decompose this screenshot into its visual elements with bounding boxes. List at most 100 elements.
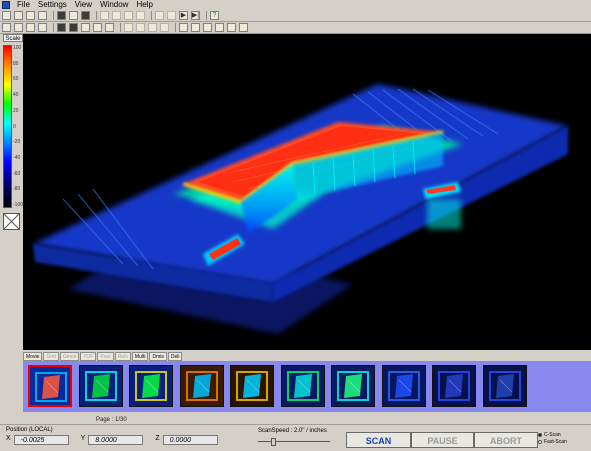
- filter-icon[interactable]: [148, 23, 157, 32]
- scale-tick-label: -100: [13, 202, 24, 208]
- layout-icon[interactable]: [69, 11, 78, 20]
- cscan-icon[interactable]: [57, 23, 66, 32]
- play-icon[interactable]: ▶: [179, 11, 188, 20]
- x-axis-label: X: [6, 435, 11, 442]
- secondary-toolbar: [0, 22, 591, 34]
- scan-speed-slider[interactable]: [258, 438, 330, 446]
- scan-thumbnail[interactable]: [179, 365, 224, 407]
- y-position-field: 8.0000: [88, 435, 144, 445]
- scale-tick-label: 40: [13, 92, 19, 99]
- layout-split-icon[interactable]: [14, 23, 23, 32]
- scan-3d-viewport[interactable]: [23, 34, 591, 350]
- scale-tick-label: 100: [13, 45, 22, 51]
- radio-button[interactable]: [538, 432, 542, 437]
- status-bar: Position (LOCAL) X -0.0025 Y 8.0000 Z 0.…: [0, 424, 591, 451]
- menu-view[interactable]: View: [71, 0, 96, 10]
- help-icon[interactable]: ?: [210, 11, 219, 20]
- tab-grid[interactable]: Grid: [43, 352, 59, 361]
- export-icon[interactable]: [191, 23, 200, 32]
- camera-icon[interactable]: [179, 23, 188, 32]
- tab-deli[interactable]: Deli: [167, 352, 183, 361]
- scan-3d-image: [33, 84, 568, 334]
- position-fields: X -0.0025 Y 8.0000 Z 0.0000: [6, 435, 230, 445]
- scan-thumbnail[interactable]: [381, 365, 426, 407]
- tab-prev[interactable]: Prev: [97, 352, 114, 361]
- scan-thumbnail[interactable]: [230, 365, 274, 407]
- layout-single-icon[interactable]: [2, 23, 11, 32]
- scale-tick-label: -20: [13, 139, 21, 146]
- scan-thumbnail[interactable]: [78, 365, 123, 407]
- step-back-icon[interactable]: [167, 11, 176, 20]
- main-toolbar: ▶ ▶| ?: [0, 10, 591, 22]
- slider-track: [258, 441, 330, 442]
- tab-dmis[interactable]: Dmis: [149, 352, 167, 361]
- zoom-out-icon[interactable]: [112, 11, 121, 20]
- cursor-icon[interactable]: [105, 23, 114, 32]
- abort-button[interactable]: ABORT: [474, 432, 538, 448]
- measure-icon[interactable]: [124, 23, 133, 32]
- view-mode-icon[interactable]: [57, 11, 66, 20]
- menu-window[interactable]: Window: [96, 0, 132, 10]
- y-axis-label: Y: [80, 435, 86, 442]
- info-icon[interactable]: [227, 23, 236, 32]
- toolbar-separator: [120, 23, 121, 32]
- pause-button[interactable]: PAUSE: [411, 432, 474, 448]
- menu-help[interactable]: Help: [132, 0, 156, 10]
- rotate-icon[interactable]: [124, 11, 133, 20]
- pan-icon[interactable]: [136, 11, 145, 20]
- radio-label: C-Scan: [544, 431, 561, 438]
- scan-mode-option[interactable]: C-Scan: [538, 431, 567, 438]
- tab-multi[interactable]: Multi: [131, 352, 149, 361]
- tab-gmod[interactable]: Gmod: [59, 352, 80, 361]
- layout-grid-icon[interactable]: [38, 23, 47, 32]
- window-icon[interactable]: [239, 23, 248, 32]
- toolbar-separator: [96, 11, 97, 20]
- toolbar-separator: [53, 23, 54, 32]
- print-icon[interactable]: [26, 11, 35, 20]
- gate-icon[interactable]: [93, 23, 102, 32]
- scan-thumbnail[interactable]: [280, 365, 325, 407]
- tab-movie[interactable]: Movie: [23, 352, 43, 361]
- scale-label: Scale: [3, 34, 23, 42]
- layout-quad-icon[interactable]: [26, 23, 35, 32]
- histogram-icon[interactable]: [160, 23, 169, 32]
- ascan-icon[interactable]: [81, 23, 90, 32]
- tab-refs[interactable]: Refs: [114, 352, 131, 361]
- toolbar-separator: [206, 11, 207, 20]
- color-scale-bar: [3, 45, 12, 208]
- radio-label: Fast-Scan: [544, 438, 567, 445]
- grid-view-icon[interactable]: [81, 11, 90, 20]
- rewind-icon[interactable]: [155, 11, 164, 20]
- fast-forward-icon[interactable]: ▶|: [191, 11, 200, 20]
- slider-thumb[interactable]: [271, 438, 277, 446]
- image-icon[interactable]: [38, 11, 47, 20]
- no-image-icon[interactable]: [3, 213, 20, 230]
- scan-thumbnail[interactable]: [129, 365, 173, 407]
- crop-icon[interactable]: [136, 23, 145, 32]
- scan-button[interactable]: SCAN: [346, 432, 411, 448]
- zoom-in-icon[interactable]: [100, 11, 109, 20]
- app-icon: [2, 1, 10, 9]
- toolbar-separator: [151, 11, 152, 20]
- position-label: Position (LOCAL): [6, 427, 53, 433]
- scan-thumbnail[interactable]: [482, 365, 527, 407]
- palette-icon[interactable]: [203, 23, 212, 32]
- scale-tick-label: 80: [13, 60, 19, 67]
- scan-speed-label: ScanSpeed : 2.0" / inches: [258, 428, 327, 434]
- radio-button[interactable]: [538, 439, 542, 444]
- menu-file[interactable]: File: [13, 0, 34, 10]
- open-icon[interactable]: [14, 11, 23, 20]
- scan-thumbnail[interactable]: [432, 365, 476, 407]
- z-position-field: 0.0000: [162, 435, 218, 445]
- x-position-field: -0.0025: [13, 435, 69, 445]
- z-axis-label: Z: [155, 435, 160, 442]
- bscan-icon[interactable]: [69, 23, 78, 32]
- scale-tick-label: -80: [13, 186, 21, 193]
- menu-settings[interactable]: Settings: [34, 0, 71, 10]
- settings-icon[interactable]: [215, 23, 224, 32]
- scan-thumbnail[interactable]: [28, 365, 72, 407]
- save-icon[interactable]: [2, 11, 11, 20]
- tab-tof[interactable]: TOF: [80, 352, 97, 361]
- scan-mode-option[interactable]: Fast-Scan: [538, 438, 567, 445]
- scan-thumbnail[interactable]: [331, 365, 375, 407]
